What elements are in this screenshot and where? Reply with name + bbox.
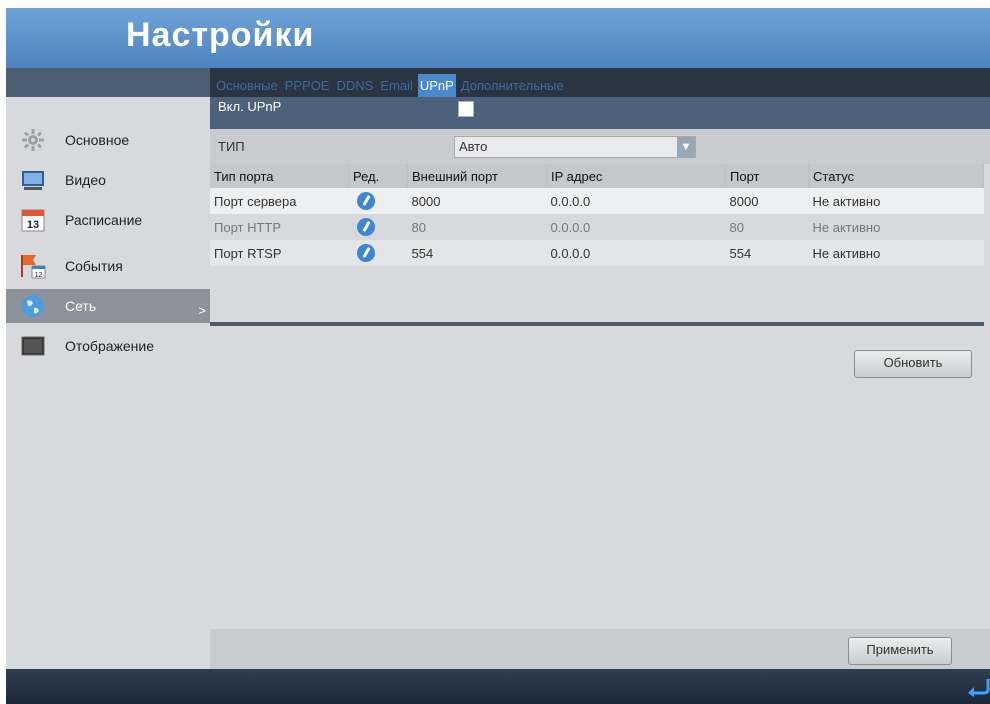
- upnp-enable-label: Вкл. UPnP: [218, 99, 282, 114]
- cell-external-port: 8000: [407, 188, 547, 214]
- tab-upnp[interactable]: UPnP: [417, 74, 456, 97]
- sidebar: Основное Видео 13 Расписание 12 События …: [6, 68, 210, 669]
- sidebar-item-label: Отображение: [65, 338, 155, 354]
- cell-status: Не активно: [808, 188, 984, 214]
- bottom-action-bar: Применить: [210, 629, 990, 669]
- back-arrow-icon[interactable]: [964, 675, 990, 697]
- cell-ip-address: 0.0.0.0: [546, 240, 726, 266]
- edit-icon[interactable]: [356, 192, 375, 210]
- monitor-icon: [20, 167, 46, 193]
- column-header-status[interactable]: Статус: [808, 164, 984, 188]
- cell-port: 554: [725, 240, 809, 266]
- main-panel: Основные PPPOE DDNS Email UPnP Дополните…: [210, 68, 990, 669]
- upnp-enable-checkbox[interactable]: [458, 101, 474, 117]
- sidebar-item-general[interactable]: Основное: [6, 117, 210, 163]
- footer-bar: [6, 669, 990, 704]
- flag-icon: 12: [20, 253, 46, 279]
- edit-icon[interactable]: [356, 218, 375, 236]
- column-header-port[interactable]: Порт: [725, 164, 809, 188]
- cell-status: Не активно: [808, 240, 984, 266]
- cell-ip-address: 0.0.0.0: [546, 188, 726, 214]
- header-bar: Настройки: [6, 8, 990, 68]
- tab-pppoe[interactable]: PPPOE: [283, 74, 332, 97]
- apply-button[interactable]: Применить: [848, 637, 952, 665]
- cell-status: Не активно: [808, 214, 984, 240]
- cell-port-type: Порт сервера: [210, 188, 349, 214]
- cell-external-port: 80: [407, 214, 547, 240]
- globe-icon: [20, 293, 46, 319]
- sidebar-top-strip: [6, 68, 210, 97]
- ports-table: Тип порта Ред. Внешний порт IP адрес Пор…: [210, 164, 984, 266]
- tab-general[interactable]: Основные: [214, 74, 280, 97]
- page-title: Настройки: [126, 16, 315, 54]
- sidebar-item-events[interactable]: 12 События: [6, 243, 210, 289]
- sidebar-item-schedule[interactable]: 13 Расписание: [6, 197, 210, 243]
- events-day-number: 12: [35, 272, 43, 279]
- sidebar-item-label: Видео: [65, 172, 106, 188]
- tab-advanced[interactable]: Дополнительные: [459, 74, 566, 97]
- calendar-icon: 13: [20, 207, 46, 233]
- cell-edit: [348, 188, 408, 214]
- chevron-down-icon[interactable]: ▼: [677, 137, 695, 157]
- tab-ddns[interactable]: DDNS: [334, 74, 375, 97]
- column-header-ip-address[interactable]: IP адрес: [546, 164, 726, 188]
- upnp-enable-row: Вкл. UPnP: [210, 97, 990, 129]
- table-row[interactable]: Порт RTSP 554 0.0.0.0 554 Не активно: [210, 240, 984, 266]
- sidebar-item-display[interactable]: Отображение: [6, 323, 210, 369]
- type-label: ТИП: [218, 139, 245, 154]
- sidebar-item-label: Расписание: [65, 212, 143, 228]
- sidebar-item-video[interactable]: Видео: [6, 163, 210, 197]
- cell-port: 8000: [725, 188, 809, 214]
- cell-port-type: Порт HTTP: [210, 214, 349, 240]
- sidebar-item-label: События: [65, 258, 123, 274]
- settings-window: Настройки Основное Видео 13 Расписание 1…: [6, 8, 990, 704]
- cell-edit: [348, 214, 408, 240]
- edit-icon[interactable]: [356, 244, 375, 262]
- sidebar-item-label: Основное: [65, 132, 130, 148]
- table-divider: [210, 322, 984, 326]
- table-header-row: Тип порта Ред. Внешний порт IP адрес Пор…: [210, 164, 984, 188]
- cell-external-port: 554: [407, 240, 547, 266]
- column-header-port-type[interactable]: Тип порта: [210, 164, 349, 188]
- cell-port-type: Порт RTSP: [210, 240, 349, 266]
- type-row: ТИП Авто ▼: [210, 129, 990, 164]
- chevron-right-icon: >: [198, 303, 206, 318]
- sidebar-item-network[interactable]: Сеть >: [6, 289, 210, 323]
- table-row[interactable]: Порт HTTP 80 0.0.0.0 80 Не активно: [210, 214, 984, 240]
- display-icon: [20, 333, 46, 359]
- cell-ip-address: 0.0.0.0: [546, 214, 726, 240]
- cell-port: 80: [725, 214, 809, 240]
- tab-bar: Основные PPPOE DDNS Email UPnP Дополните…: [210, 68, 990, 97]
- refresh-button[interactable]: Обновить: [854, 350, 972, 378]
- type-select[interactable]: Авто ▼: [454, 136, 696, 158]
- column-header-external-port[interactable]: Внешний порт: [407, 164, 547, 188]
- calendar-day-number: 13: [27, 219, 39, 231]
- gear-icon: [20, 127, 46, 153]
- type-select-value: Авто: [459, 139, 488, 154]
- tab-email[interactable]: Email: [378, 74, 415, 97]
- sidebar-item-label: Сеть: [65, 298, 97, 314]
- column-header-edit[interactable]: Ред.: [348, 164, 408, 188]
- cell-edit: [348, 240, 408, 266]
- table-row[interactable]: Порт сервера 8000 0.0.0.0 8000 Не активн…: [210, 188, 984, 214]
